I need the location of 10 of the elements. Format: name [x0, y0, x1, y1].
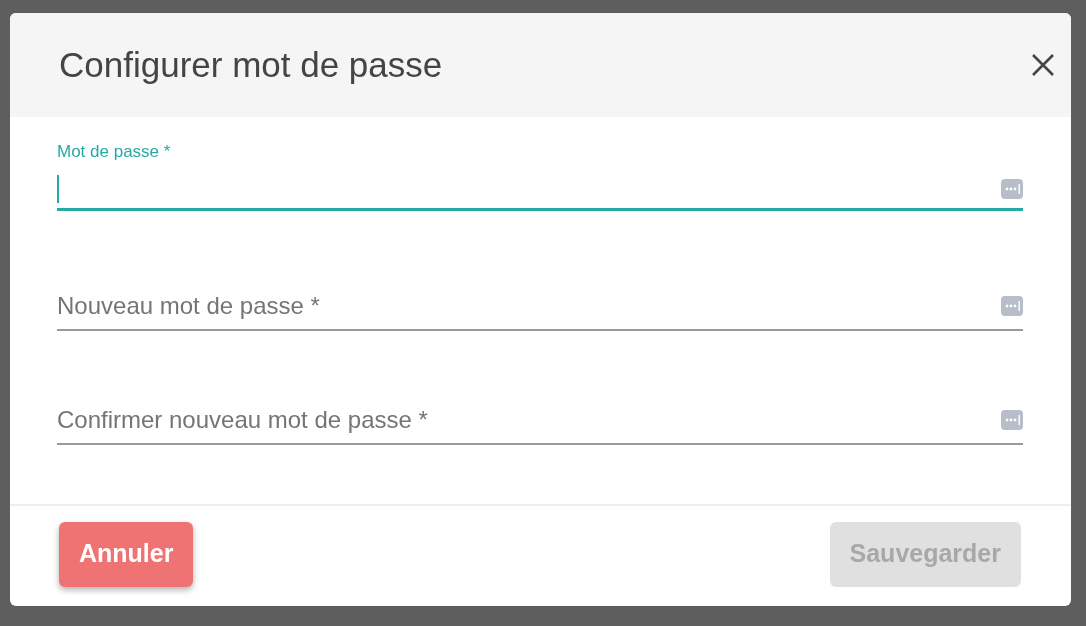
cancel-button[interactable]: Annuler — [59, 521, 194, 587]
dialog-title: Configurer mot de passe — [59, 43, 443, 86]
field-label: Mot de passe * — [57, 141, 172, 163]
close-icon[interactable] — [1031, 53, 1055, 77]
password-dots-icon[interactable] — [1001, 296, 1023, 316]
password-dots-icon[interactable] — [1001, 410, 1023, 430]
text-cursor — [57, 174, 59, 203]
password-field[interactable]: Confirmer nouveau mot de passe * — [57, 397, 1023, 445]
password-dots-icon[interactable] — [1001, 178, 1023, 199]
password-field[interactable]: Nouveau mot de passe * — [57, 283, 1023, 331]
